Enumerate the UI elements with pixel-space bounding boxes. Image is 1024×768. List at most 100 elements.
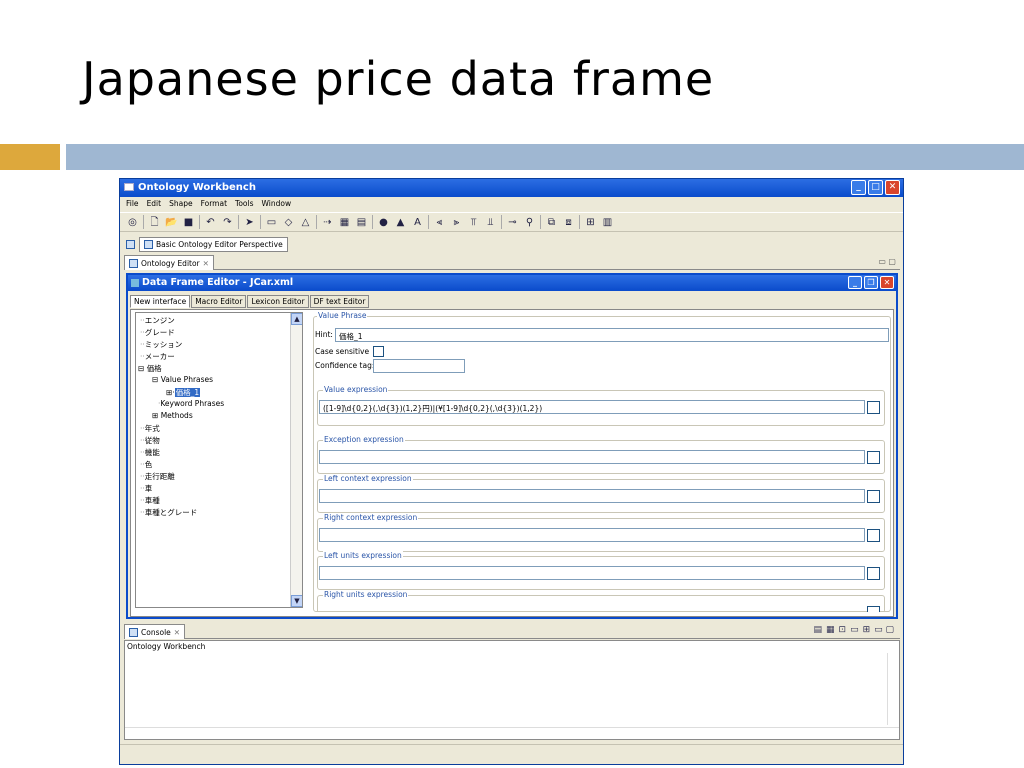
inner-close-button[interactable]: ✕ — [880, 276, 894, 289]
window-titlebar[interactable]: Ontology Workbench _ □ ✕ — [120, 179, 903, 197]
connector-icon[interactable]: ⚲ — [523, 216, 536, 229]
tree-item[interactable]: Keyword Phrases — [160, 399, 224, 408]
scroll-lock-icon[interactable]: ▦ — [826, 625, 835, 635]
console-horizontal-scrollbar[interactable] — [125, 727, 899, 739]
diamond-icon[interactable]: ◇ — [282, 216, 295, 229]
console-output[interactable]: Ontology Workbench — [124, 640, 900, 740]
open-folder-icon[interactable]: 📂 — [165, 216, 178, 229]
right-units-checkbox[interactable] — [867, 606, 880, 612]
hint-input[interactable]: 価格_1 — [335, 328, 889, 342]
inner-minimize-button[interactable]: _ — [848, 276, 862, 289]
tab-macro-editor[interactable]: Macro Editor — [191, 295, 247, 308]
pin-console-icon[interactable]: ⊡ — [839, 625, 847, 635]
value-expression-input[interactable]: ([1-9]\d{0,2}(,\d{3})(1,2}円)|(¥[1-9]\d{0… — [319, 400, 865, 414]
confidence-input[interactable] — [373, 359, 465, 373]
close-console-icon[interactable]: ✕ — [174, 628, 180, 637]
align-right-icon[interactable]: ⫸ — [450, 216, 463, 229]
exception-expression-input[interactable] — [319, 450, 865, 464]
tree-item[interactable]: Methods — [161, 411, 193, 420]
editor-icon — [129, 258, 138, 268]
dot-icon[interactable]: ● — [377, 216, 390, 229]
maximize-button[interactable]: □ — [868, 180, 883, 195]
basic-perspective-button[interactable]: Basic Ontology Editor Perspective — [139, 236, 288, 252]
save-icon[interactable]: ■ — [182, 216, 195, 229]
close-button[interactable]: ✕ — [885, 180, 900, 195]
table-icon[interactable]: ▥ — [601, 216, 614, 229]
copy-shape-icon[interactable]: ⧉ — [545, 216, 558, 229]
tab-new-interface[interactable]: New interface — [130, 295, 191, 308]
right-context-input[interactable] — [319, 528, 865, 542]
console-vertical-scrollbar[interactable] — [887, 653, 899, 725]
tree-item[interactable]: 走行距離 — [145, 472, 175, 481]
new-file-icon[interactable]: 🗋 — [148, 216, 161, 229]
tree-item[interactable]: メーカー — [145, 352, 175, 361]
menu-window[interactable]: Window — [262, 199, 292, 211]
expand-icon[interactable]: ⊞ — [166, 388, 172, 397]
menu-shape[interactable]: Shape — [169, 199, 193, 211]
relation-icon[interactable]: ⇢ — [321, 216, 334, 229]
grid-icon[interactable]: ▦ — [338, 216, 351, 229]
text-icon[interactable]: A — [411, 216, 424, 229]
tree-item[interactable]: 車種 — [145, 496, 160, 505]
redo-icon[interactable]: ↷ — [221, 216, 234, 229]
tree-item[interactable]: エンジン — [145, 316, 175, 325]
pointer-icon[interactable]: ➤ — [243, 216, 256, 229]
scroll-down-icon[interactable]: ▼ — [291, 595, 302, 607]
collapse-icon[interactable]: ⊟ — [138, 364, 144, 373]
layout-icon[interactable]: ⊞ — [584, 216, 597, 229]
tree-item[interactable]: Value Phrases — [161, 375, 213, 384]
target-icon[interactable]: ◎ — [126, 216, 139, 229]
exception-expression-checkbox[interactable] — [867, 451, 880, 464]
tree-item[interactable]: 従物 — [145, 436, 160, 445]
tab-ontology-editor[interactable]: Ontology Editor ✕ — [124, 255, 214, 270]
collapse-icon[interactable]: ⊟ — [152, 375, 158, 384]
tab-lexicon-editor[interactable]: Lexicon Editor — [247, 295, 309, 308]
close-tab-icon[interactable]: ✕ — [203, 259, 209, 268]
menu-format[interactable]: Format — [201, 199, 227, 211]
display-console-icon[interactable]: ▭ — [850, 625, 859, 635]
right-context-checkbox[interactable] — [867, 529, 880, 542]
view-minmax-icon[interactable]: ▭ ▢ — [878, 257, 896, 266]
tree-item[interactable]: グレード — [145, 328, 175, 337]
tree-item-selected[interactable]: 価格_1 — [174, 388, 201, 397]
tree-scrollbar[interactable]: ▲ ▼ — [290, 313, 302, 607]
menu-tools[interactable]: Tools — [235, 199, 253, 211]
align-left-icon[interactable]: ⫷ — [433, 216, 446, 229]
clear-console-icon[interactable]: ▤ — [813, 625, 822, 635]
tab-df-text-editor[interactable]: DF text Editor — [309, 295, 370, 308]
filled-triangle-icon[interactable]: ▲ — [394, 216, 407, 229]
expand-icon[interactable]: ⊞ — [152, 411, 158, 420]
menu-edit[interactable]: Edit — [147, 199, 162, 211]
align-bottom-icon[interactable]: ⫫ — [484, 216, 497, 229]
tree-item[interactable]: 車 — [145, 484, 153, 493]
left-units-input[interactable] — [319, 566, 865, 580]
left-context-input[interactable] — [319, 489, 865, 503]
document-icon[interactable]: ▤ — [355, 216, 368, 229]
case-sensitive-checkbox[interactable] — [373, 346, 384, 357]
view-minmax-icon[interactable]: ▭ ▢ — [874, 625, 894, 635]
inner-titlebar[interactable]: Data Frame Editor - JCar.xml _ ❐ ✕ — [128, 275, 896, 291]
link-icon[interactable]: ⊸ — [506, 216, 519, 229]
triangle-icon[interactable]: △ — [299, 216, 312, 229]
open-console-icon[interactable]: ⊞ — [863, 625, 871, 635]
tree-item[interactable]: 車種とグレード — [145, 508, 198, 517]
left-units-checkbox[interactable] — [867, 567, 880, 580]
tab-console[interactable]: Console ✕ — [124, 624, 186, 639]
left-context-checkbox[interactable] — [867, 490, 880, 503]
tree-item[interactable]: ミッション — [145, 340, 183, 349]
align-top-icon[interactable]: ⫪ — [467, 216, 480, 229]
minimize-button[interactable]: _ — [851, 180, 866, 195]
tree-item[interactable]: 色 — [145, 460, 153, 469]
rectangle-icon[interactable]: ▭ — [265, 216, 278, 229]
inner-restore-button[interactable]: ❐ — [864, 276, 878, 289]
paste-shape-icon[interactable]: ⧈ — [562, 216, 575, 229]
open-perspective-icon[interactable] — [126, 239, 135, 249]
scroll-up-icon[interactable]: ▲ — [291, 313, 302, 325]
tree-item[interactable]: 価格 — [147, 364, 162, 373]
tree-item[interactable]: 年式 — [145, 424, 160, 433]
undo-icon[interactable]: ↶ — [204, 216, 217, 229]
tree-item[interactable]: 機能 — [145, 448, 160, 457]
menu-file[interactable]: File — [126, 199, 139, 211]
value-expression-checkbox[interactable] — [867, 401, 880, 414]
menu-bar: File Edit Shape Format Tools Window — [120, 197, 903, 211]
